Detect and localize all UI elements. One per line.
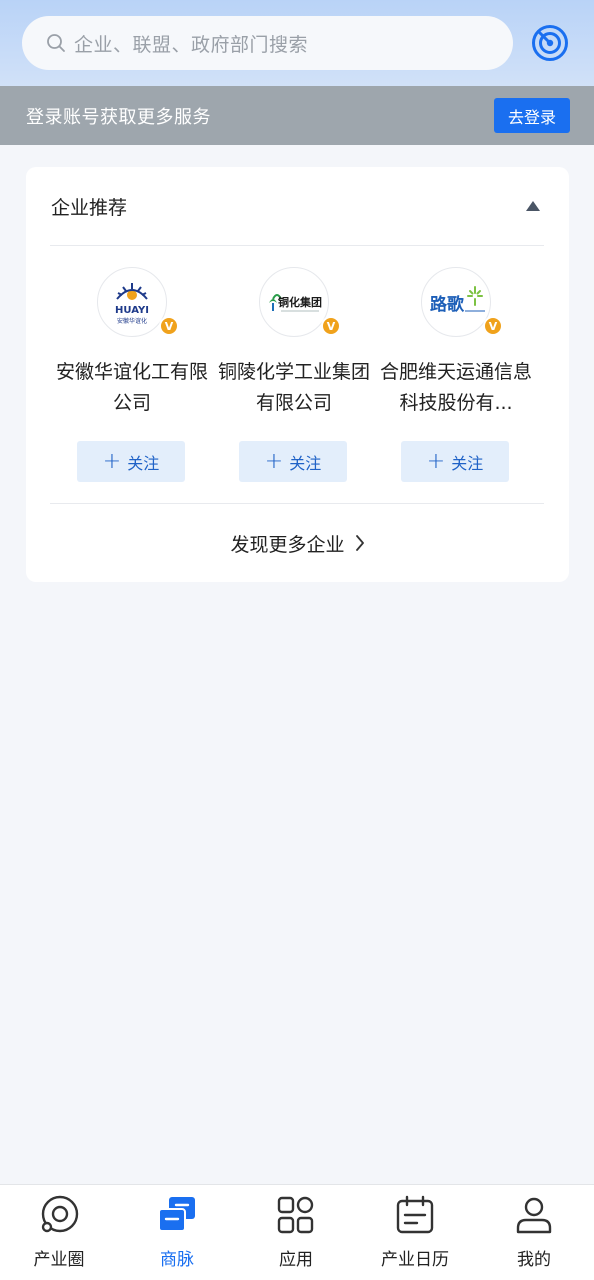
tab-label: 产业日历	[381, 1250, 449, 1270]
chevron-right-icon	[355, 535, 364, 551]
login-banner: 登录账号获取更多服务 去登录	[0, 86, 594, 145]
svg-text:HUAYI: HUAYI	[115, 305, 149, 316]
company-recommend-card: 企业推荐 HUAYI 安徽华谊化 V 安徽华谊化工有限公司 + 关注 铜化集团 …	[26, 167, 569, 582]
radar-scan-button[interactable]	[530, 23, 570, 63]
tab-mine[interactable]: 我的	[475, 1185, 593, 1280]
follow-button[interactable]: + 关注	[401, 441, 509, 482]
follow-label: 关注	[289, 453, 322, 473]
verified-badge: V	[483, 316, 503, 336]
follow-button[interactable]: + 关注	[239, 441, 347, 482]
divider	[50, 245, 544, 246]
divider	[50, 503, 544, 504]
calendar-icon	[395, 1195, 435, 1235]
tab-apps[interactable]: 应用	[237, 1185, 355, 1280]
follow-label: 关注	[451, 453, 484, 473]
user-icon	[514, 1195, 554, 1235]
tonghua-logo-icon: 铜化集团	[269, 294, 322, 312]
company-name: 铜陵化学工业集团有限公司	[217, 361, 370, 414]
search-input[interactable]: 企业、联盟、政府部门搜索	[22, 16, 513, 70]
follow-label: 关注	[127, 453, 160, 473]
login-message: 登录账号获取更多服务	[26, 106, 211, 128]
apps-grid-icon	[276, 1195, 316, 1235]
company-item[interactable]: 铜化集团 V 铜陵化学工业集团有限公司 + 关注	[214, 267, 374, 487]
discover-more-label: 发现更多企业	[230, 533, 345, 556]
svg-text:路歌: 路歌	[430, 294, 465, 315]
circle-icon	[39, 1195, 79, 1235]
company-item[interactable]: HUAYI 安徽华谊化 V 安徽华谊化工有限公司 + 关注	[52, 267, 212, 487]
tab-industry-calendar[interactable]: 产业日历	[356, 1185, 474, 1280]
verified-badge: V	[321, 316, 341, 336]
follow-button[interactable]: + 关注	[77, 441, 185, 482]
company-logo: 路歌	[421, 267, 491, 337]
tab-label: 产业圈	[33, 1250, 85, 1270]
discover-more-link[interactable]: 发现更多企业	[26, 527, 569, 559]
company-name: 合肥维天运通信息科技股份有...	[379, 361, 532, 414]
tab-label: 商脉	[160, 1250, 194, 1270]
collapse-arrow-icon[interactable]	[526, 201, 540, 211]
section-title: 企业推荐	[51, 197, 128, 219]
company-logo: 铜化集团	[259, 267, 329, 337]
plus-icon: +	[102, 448, 122, 474]
tab-business-network[interactable]: 商脉	[118, 1185, 236, 1280]
search-icon	[47, 34, 65, 52]
radar-icon	[532, 25, 568, 61]
verified-badge: V	[159, 316, 179, 336]
luge-logo-icon: 路歌	[430, 286, 485, 315]
tab-label: 应用	[279, 1250, 313, 1270]
bottom-tab-bar: 产业圈 商脉 应用 产业日历 我的	[0, 1184, 594, 1280]
company-logo: HUAYI 安徽华谊化	[97, 267, 167, 337]
search-placeholder: 企业、联盟、政府部门搜索	[74, 33, 309, 56]
huayi-logo-icon: HUAYI 安徽华谊化	[115, 283, 149, 325]
plus-icon: +	[264, 448, 284, 474]
login-button[interactable]: 去登录	[494, 98, 570, 133]
tab-label: 我的	[517, 1250, 551, 1270]
company-item[interactable]: 路歌 V 合肥维天运通信息科技股份有... + 关注	[376, 267, 536, 487]
svg-text:铜化集团: 铜化集团	[277, 295, 322, 309]
plus-icon: +	[426, 448, 446, 474]
network-icon	[157, 1195, 197, 1235]
svg-text:安徽华谊化: 安徽华谊化	[117, 317, 147, 325]
tab-industry-circle[interactable]: 产业圈	[0, 1185, 118, 1280]
company-name: 安徽华谊化工有限公司	[55, 361, 208, 414]
